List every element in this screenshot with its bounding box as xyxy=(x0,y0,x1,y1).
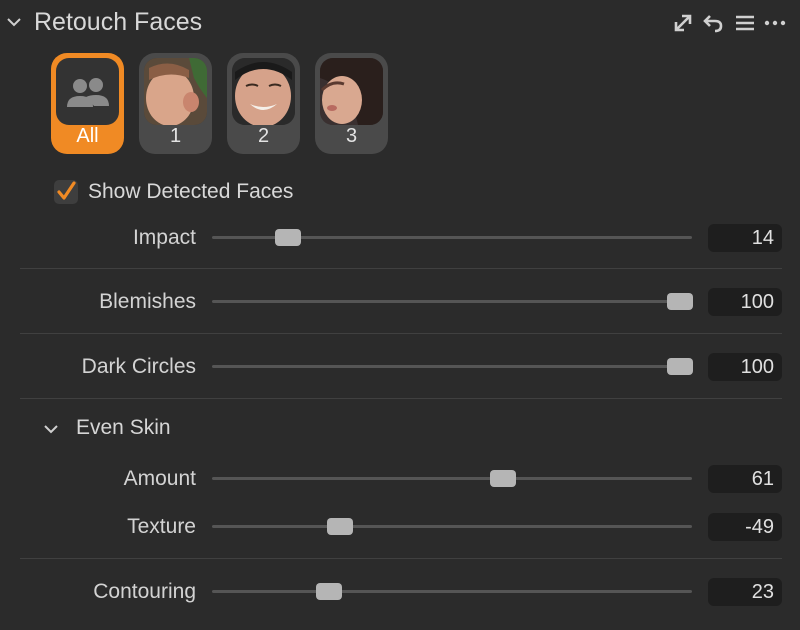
face-all-button[interactable]: All xyxy=(51,53,124,154)
blemishes-slider-handle[interactable] xyxy=(667,293,693,310)
face-2-thumbnail xyxy=(232,58,295,125)
divider xyxy=(20,268,782,269)
expand-icon[interactable] xyxy=(672,12,694,34)
dark-circles-slider-track[interactable] xyxy=(212,365,692,368)
texture-slider-track[interactable] xyxy=(212,525,692,528)
even-skin-title[interactable]: Even Skin xyxy=(76,416,171,440)
panel-title: Retouch Faces xyxy=(34,8,203,36)
people-icon xyxy=(56,58,119,125)
divider xyxy=(20,333,782,334)
face-1-label: 1 xyxy=(169,125,182,147)
impact-value-field[interactable]: 14 xyxy=(708,224,782,252)
divider xyxy=(20,558,782,559)
more-icon[interactable] xyxy=(764,12,786,34)
texture-slider-handle[interactable] xyxy=(327,518,353,535)
face-2-button[interactable]: 2 xyxy=(227,53,300,154)
face-3-label: 3 xyxy=(345,125,358,147)
face-3-button[interactable]: 3 xyxy=(315,53,388,154)
reset-icon[interactable] xyxy=(702,12,724,34)
contouring-slider-handle[interactable] xyxy=(316,583,342,600)
impact-label: Impact xyxy=(132,226,196,249)
dark-circles-slider-handle[interactable] xyxy=(667,358,693,375)
impact-slider-handle[interactable] xyxy=(275,229,301,246)
even-skin-chevron-icon[interactable] xyxy=(42,420,60,438)
blemishes-slider-track[interactable] xyxy=(212,300,692,303)
contouring-slider-track[interactable] xyxy=(212,590,692,593)
show-detected-faces-checkbox[interactable] xyxy=(54,180,78,204)
face-3-thumbnail xyxy=(320,58,383,125)
blemishes-value-field[interactable]: 100 xyxy=(708,288,782,316)
menu-icon[interactable] xyxy=(734,12,756,34)
dark-circles-label: Dark Circles xyxy=(81,355,196,378)
divider xyxy=(20,398,782,399)
face-1-thumbnail xyxy=(144,58,207,125)
amount-value-field[interactable]: 61 xyxy=(708,465,782,493)
show-detected-faces-label: Show Detected Faces xyxy=(88,180,294,203)
amount-label: Amount xyxy=(123,467,196,490)
amount-slider-track[interactable] xyxy=(212,477,692,480)
texture-label: Texture xyxy=(127,515,196,538)
contouring-label: Contouring xyxy=(93,580,196,603)
checkmark-icon xyxy=(57,181,76,200)
face-all-label: All xyxy=(76,125,99,147)
dark-circles-value-field[interactable]: 100 xyxy=(708,353,782,381)
face-1-button[interactable]: 1 xyxy=(139,53,212,154)
face-2-label: 2 xyxy=(257,125,270,147)
blemishes-label: Blemishes xyxy=(99,290,196,313)
contouring-value-field[interactable]: 23 xyxy=(708,578,782,606)
collapse-chevron-icon[interactable] xyxy=(6,14,22,30)
texture-value-field[interactable]: -49 xyxy=(708,513,782,541)
amount-slider-handle[interactable] xyxy=(490,470,516,487)
